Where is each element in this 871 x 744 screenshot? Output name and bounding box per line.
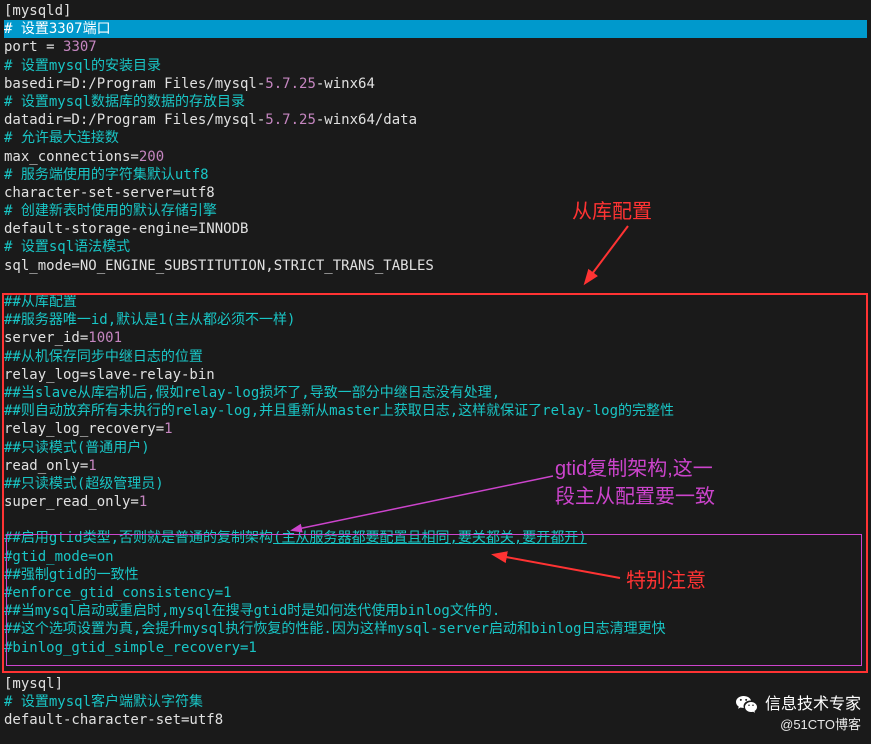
relay-setting: relay_log=slave-relay-bin: [4, 366, 867, 384]
maxconn-setting: max_connections=200: [4, 148, 867, 166]
comment-slave: ##从库配置: [4, 293, 867, 311]
comment-charset: # 服务端使用的字符集默认utf8: [4, 166, 867, 184]
comment-binlog1: ##当mysql启动或重启时,mysql在搜寻gtid时是如何迭代使用binlo…: [4, 602, 867, 620]
comment-engine: # 创建新表时使用的默认存储引擎: [4, 202, 867, 220]
comment-port: # 设置3307端口: [4, 20, 867, 38]
comment-maxconn: # 允许最大连接数: [4, 129, 867, 147]
comment-gtid-cons: ##强制gtid的一致性: [4, 566, 867, 584]
comment-datadir: # 设置mysql数据库的数据的存放目录: [4, 93, 867, 111]
comment-readonly: ##只读模式(普通用户): [4, 439, 867, 457]
mysql-section: [mysql]: [4, 675, 867, 693]
serverid-setting: server_id=1001: [4, 329, 867, 347]
comment-slave-down2: ##则自动放弃所有未执行的relay-log,并且重新从master上获取日志,…: [4, 402, 867, 420]
gtid-mode-setting: #gtid_mode=on: [4, 548, 867, 566]
watermark-sub: @51CTO博客: [735, 717, 861, 734]
sqlmode-setting: sql_mode=NO_ENGINE_SUBSTITUTION,STRICT_T…: [4, 257, 867, 275]
comment-serverid: ##服务器唯一id,默认是1(主从都必须不一样): [4, 311, 867, 329]
section-header: [mysqld]: [4, 2, 867, 20]
comment-binlog2: ##这个选项设置为真,会提升mysql执行恢复的性能.因为这样mysql-ser…: [4, 620, 867, 638]
comment-gtid: ##启用gtid类型,否则就是普通的复制架构(主从服务器都要配置且相同,要关都关…: [4, 529, 867, 547]
comment-basedir: # 设置mysql的安装目录: [4, 57, 867, 75]
comment-relay: ##从机保存同步中继日志的位置: [4, 348, 867, 366]
readonly-setting: read_only=1: [4, 457, 867, 475]
datadir-setting: datadir=D:/Program Files/mysql-5.7.25-wi…: [4, 111, 867, 129]
charset-setting: character-set-server=utf8: [4, 184, 867, 202]
comment-sqlmode: # 设置sql语法模式: [4, 238, 867, 256]
comment-slave-down: ##当slave从库宕机后,假如relay-log损坏了,导致一部分中继日志没有…: [4, 384, 867, 402]
port-setting: port = 3307: [4, 38, 867, 56]
engine-setting: default-storage-engine=INNODB: [4, 220, 867, 238]
relay-recovery-setting: relay_log_recovery=1: [4, 420, 867, 438]
config-file-content: [mysqld] # 设置3307端口 port = 3307 # 设置mysq…: [0, 0, 871, 732]
basedir-setting: basedir=D:/Program Files/mysql-5.7.25-wi…: [4, 75, 867, 93]
binlog-recovery-setting: #binlog_gtid_simple_recovery=1: [4, 639, 867, 657]
comment-superro: ##只读模式(超级管理员): [4, 475, 867, 493]
watermark: 信息技术专家 @51CTO博客: [735, 693, 861, 734]
superro-setting: super_read_only=1: [4, 493, 867, 511]
watermark-brand: 信息技术专家: [765, 695, 861, 716]
wechat-icon: [735, 693, 759, 717]
gtid-cons-setting: #enforce_gtid_consistency=1: [4, 584, 867, 602]
